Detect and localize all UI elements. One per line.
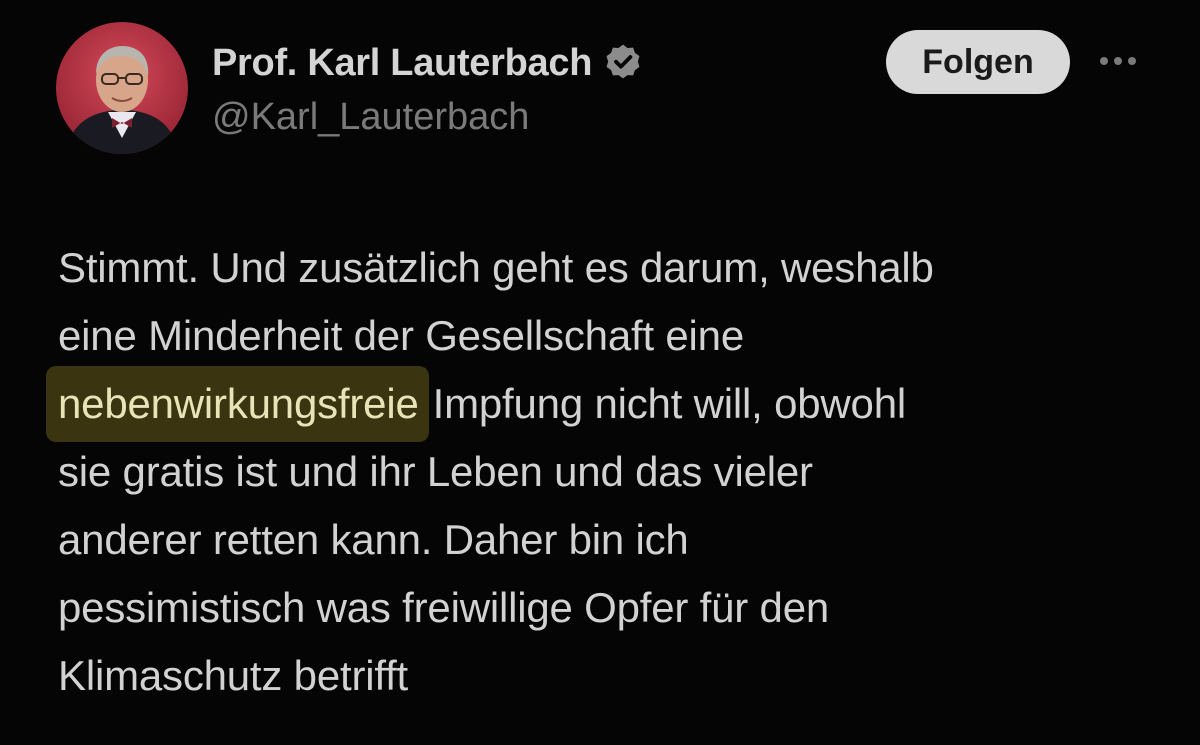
author-name-row: Prof. Karl Lauterbach <box>212 38 644 88</box>
tweet-line: Stimmt. Und zusätzlich geht es darum, we… <box>58 244 934 291</box>
tweet-line: pessimistisch was freiwillige Opfer für … <box>58 584 830 631</box>
highlighted-word: nebenwirkungsfreie <box>46 366 429 442</box>
author-name[interactable]: Prof. Karl Lauterbach <box>212 42 592 85</box>
avatar[interactable] <box>56 22 188 154</box>
tweet-line: eine Minderheit der Gesellschaft eine <box>58 312 744 359</box>
tweet-line: sie gratis ist und ihr Leben und das vie… <box>58 448 813 495</box>
tweet-line-rest: Impfung nicht will, obwohl <box>432 380 907 427</box>
tweet-line: nebenwirkungsfreie Impfung nicht will, ob… <box>46 366 1168 442</box>
more-options-icon[interactable] <box>1094 46 1142 76</box>
tweet-text: Stimmt. Und zusätzlich geht es darum, we… <box>46 234 1168 710</box>
profile-photo <box>56 22 188 154</box>
tweet-line: Klimaschutz betrifft <box>58 652 409 699</box>
author-handle[interactable]: @Karl_Lauterbach <box>212 96 529 139</box>
tweet-card: Prof. Karl Lauterbach @Karl_Lauterbach F… <box>0 0 1200 745</box>
follow-button[interactable]: Folgen <box>886 30 1070 94</box>
tweet-line: anderer retten kann. Daher bin ich <box>58 516 689 563</box>
verified-badge-icon <box>602 42 644 84</box>
